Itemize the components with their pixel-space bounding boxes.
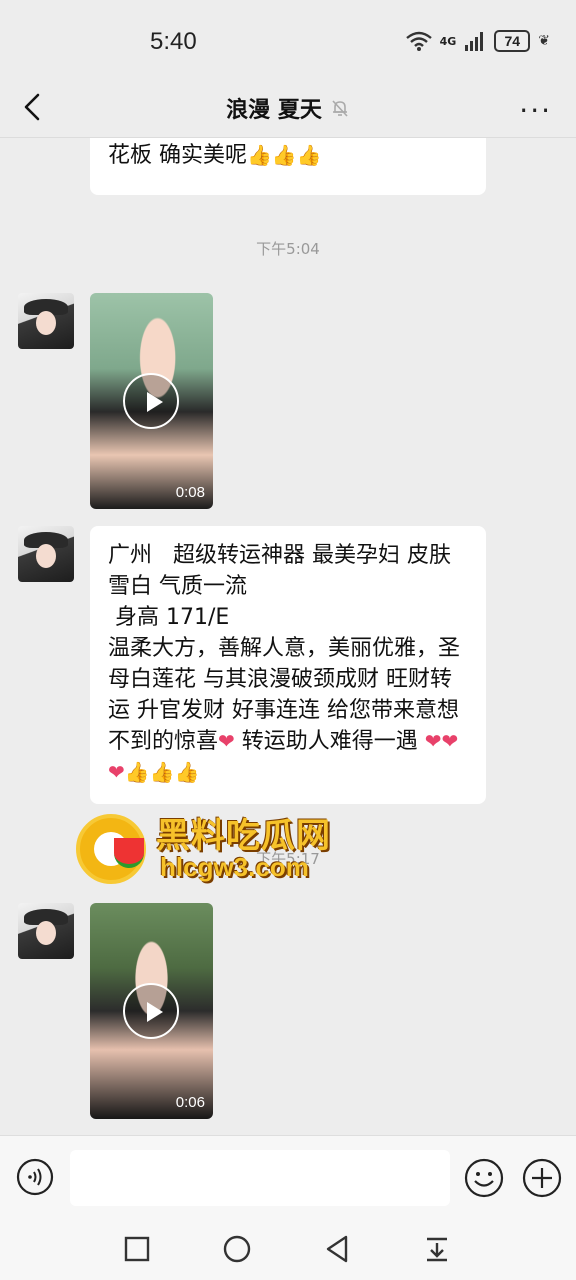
chat-header: 浪漫 夏天 ··· — [0, 80, 576, 138]
watermark-url: hlcgw3.com — [160, 852, 309, 882]
more-options-button[interactable]: ··· — [519, 94, 552, 127]
play-icon[interactable] — [123, 983, 179, 1039]
emoji-icon[interactable] — [464, 1158, 504, 1198]
message-input[interactable] — [70, 1150, 450, 1206]
back-nav-icon[interactable] — [322, 1234, 352, 1264]
watermark: 黑料吃瓜网 hlcgw3.com — [76, 808, 356, 888]
play-icon[interactable] — [123, 373, 179, 429]
voice-icon[interactable] — [16, 1158, 54, 1196]
message-text: 广州 超级转运神器 最美孕妇 皮肤雪白 气质一流 身高 171/E 温柔大方，善… — [108, 543, 461, 754]
thumbs-up-icon: 👍👍👍 — [124, 760, 200, 784]
status-time: 5:40 — [150, 28, 197, 55]
input-bar — [0, 1135, 576, 1220]
video-message[interactable]: 0:06 — [90, 903, 213, 1119]
avatar[interactable] — [18, 293, 74, 349]
message-bubble[interactable]: 花板 确实美呢👍👍👍 — [90, 138, 486, 195]
network-type: 4G — [439, 34, 457, 48]
chat-area[interactable]: 花板 确实美呢👍👍👍 下午5:04 0:08 广州 超级转运神器 最美孕妇 皮肤… — [0, 138, 576, 1135]
signal-icon — [465, 32, 484, 51]
status-icons: 4G 74 ❦ — [405, 30, 550, 52]
recents-icon[interactable] — [122, 1234, 152, 1264]
plus-icon[interactable] — [522, 1158, 562, 1198]
leaf-icon: ❦ — [538, 33, 550, 49]
chat-title: 浪漫 夏天 — [226, 98, 322, 123]
system-nav-bar — [0, 1220, 576, 1280]
status-bar: 5:40 4G 74 ❦ — [0, 0, 576, 80]
wifi-icon — [405, 31, 432, 51]
video-message[interactable]: 0:08 — [90, 293, 213, 509]
title-container: 浪漫 夏天 — [0, 92, 576, 124]
message-text: 花板 确实美呢 — [108, 143, 247, 168]
avatar[interactable] — [18, 903, 74, 959]
bell-muted-icon — [332, 100, 348, 117]
message-text-tail: 转运助人难得一遇 — [234, 729, 425, 754]
watermark-logo-icon — [76, 814, 146, 884]
heart-icon: ❤ — [218, 729, 235, 753]
notification-pull-icon[interactable] — [422, 1234, 452, 1264]
video-duration: 0:08 — [175, 484, 205, 501]
watermark-title: 黑料吃瓜网 — [156, 816, 331, 856]
battery-indicator: 74 — [494, 30, 531, 52]
thumbs-up-icon: 👍👍👍 — [247, 143, 322, 167]
timestamp: 下午5:04 — [256, 240, 320, 258]
video-duration: 0:06 — [175, 1094, 205, 1111]
home-icon[interactable] — [222, 1234, 252, 1264]
message-bubble[interactable]: 广州 超级转运神器 最美孕妇 皮肤雪白 气质一流 身高 171/E 温柔大方，善… — [90, 526, 486, 804]
avatar[interactable] — [18, 526, 74, 582]
